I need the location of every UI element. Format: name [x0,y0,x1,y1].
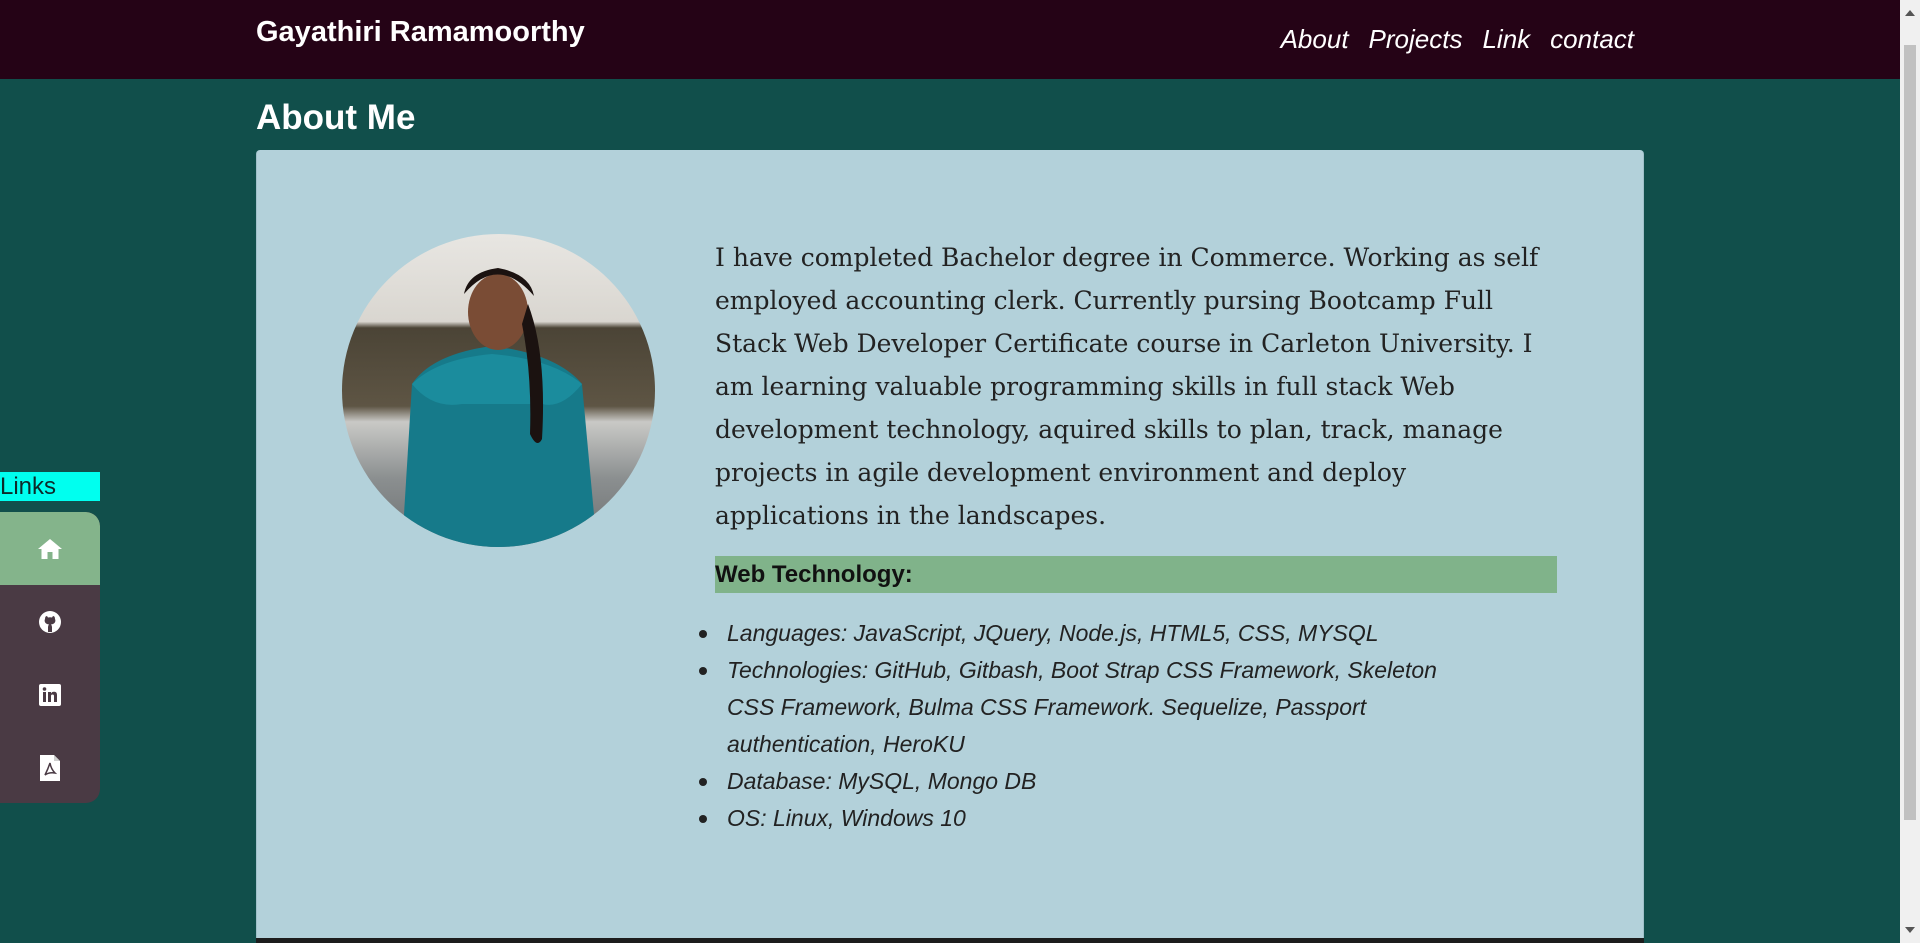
about-title: About Me [256,98,416,137]
bullet-icon [699,667,707,675]
social-sidebar [0,512,100,803]
profile-photo [342,234,655,547]
tech-item-database: Database: MySQL, Mongo DB [727,768,1037,794]
about-card: I have completed Bachelor degree in Comm… [256,150,1644,943]
scroll-down-icon[interactable] [1905,927,1915,933]
section-divider [256,938,1644,943]
site-brand[interactable]: Gayathiri Ramamoorthy [256,16,585,49]
web-technology-heading: Web Technology: [715,556,1557,593]
sidebar-links-label: Links [0,472,100,501]
scroll-up-icon[interactable] [1905,10,1915,16]
github-icon [39,610,61,633]
tech-list: Languages: JavaScript, JQuery, Node.js, … [699,615,1487,837]
list-item: Database: MySQL, Mongo DB [699,763,1487,800]
bullet-icon [699,630,707,638]
list-item: OS: Linux, Windows 10 [699,800,1487,837]
tech-item-languages: Languages: JavaScript, JQuery, Node.js, … [727,620,1379,646]
bullet-icon [699,815,707,823]
list-item: Technologies: GitHub, Gitbash, Boot Stra… [699,652,1487,763]
sidebar-item-resume[interactable] [0,731,100,803]
tech-item-os: OS: Linux, Windows 10 [727,805,966,831]
scrollbar-thumb[interactable] [1904,45,1916,820]
sidebar-item-home[interactable] [0,512,100,585]
tech-item-technologies: Technologies: GitHub, Gitbash, Boot Stra… [727,657,1437,757]
top-navbar: Gayathiri Ramamoorthy About Projects Lin… [0,0,1900,79]
nav-link-link[interactable]: Link [1482,24,1530,55]
main-nav: About Projects Link contact [1281,24,1634,55]
sidebar-item-linkedin[interactable] [0,658,100,731]
pdf-icon [40,754,60,781]
page-scrollbar[interactable] [1900,0,1920,943]
bullet-icon [699,778,707,786]
sidebar-item-github[interactable] [0,585,100,658]
nav-about-link[interactable]: About [1281,24,1349,55]
home-icon [38,538,62,559]
nav-projects-link[interactable]: Projects [1369,24,1463,55]
list-item: Languages: JavaScript, JQuery, Node.js, … [699,615,1487,652]
linkedin-icon [39,683,61,706]
nav-contact-link[interactable]: contact [1550,24,1634,55]
bio-text: I have completed Bachelor degree in Comm… [715,243,1539,530]
